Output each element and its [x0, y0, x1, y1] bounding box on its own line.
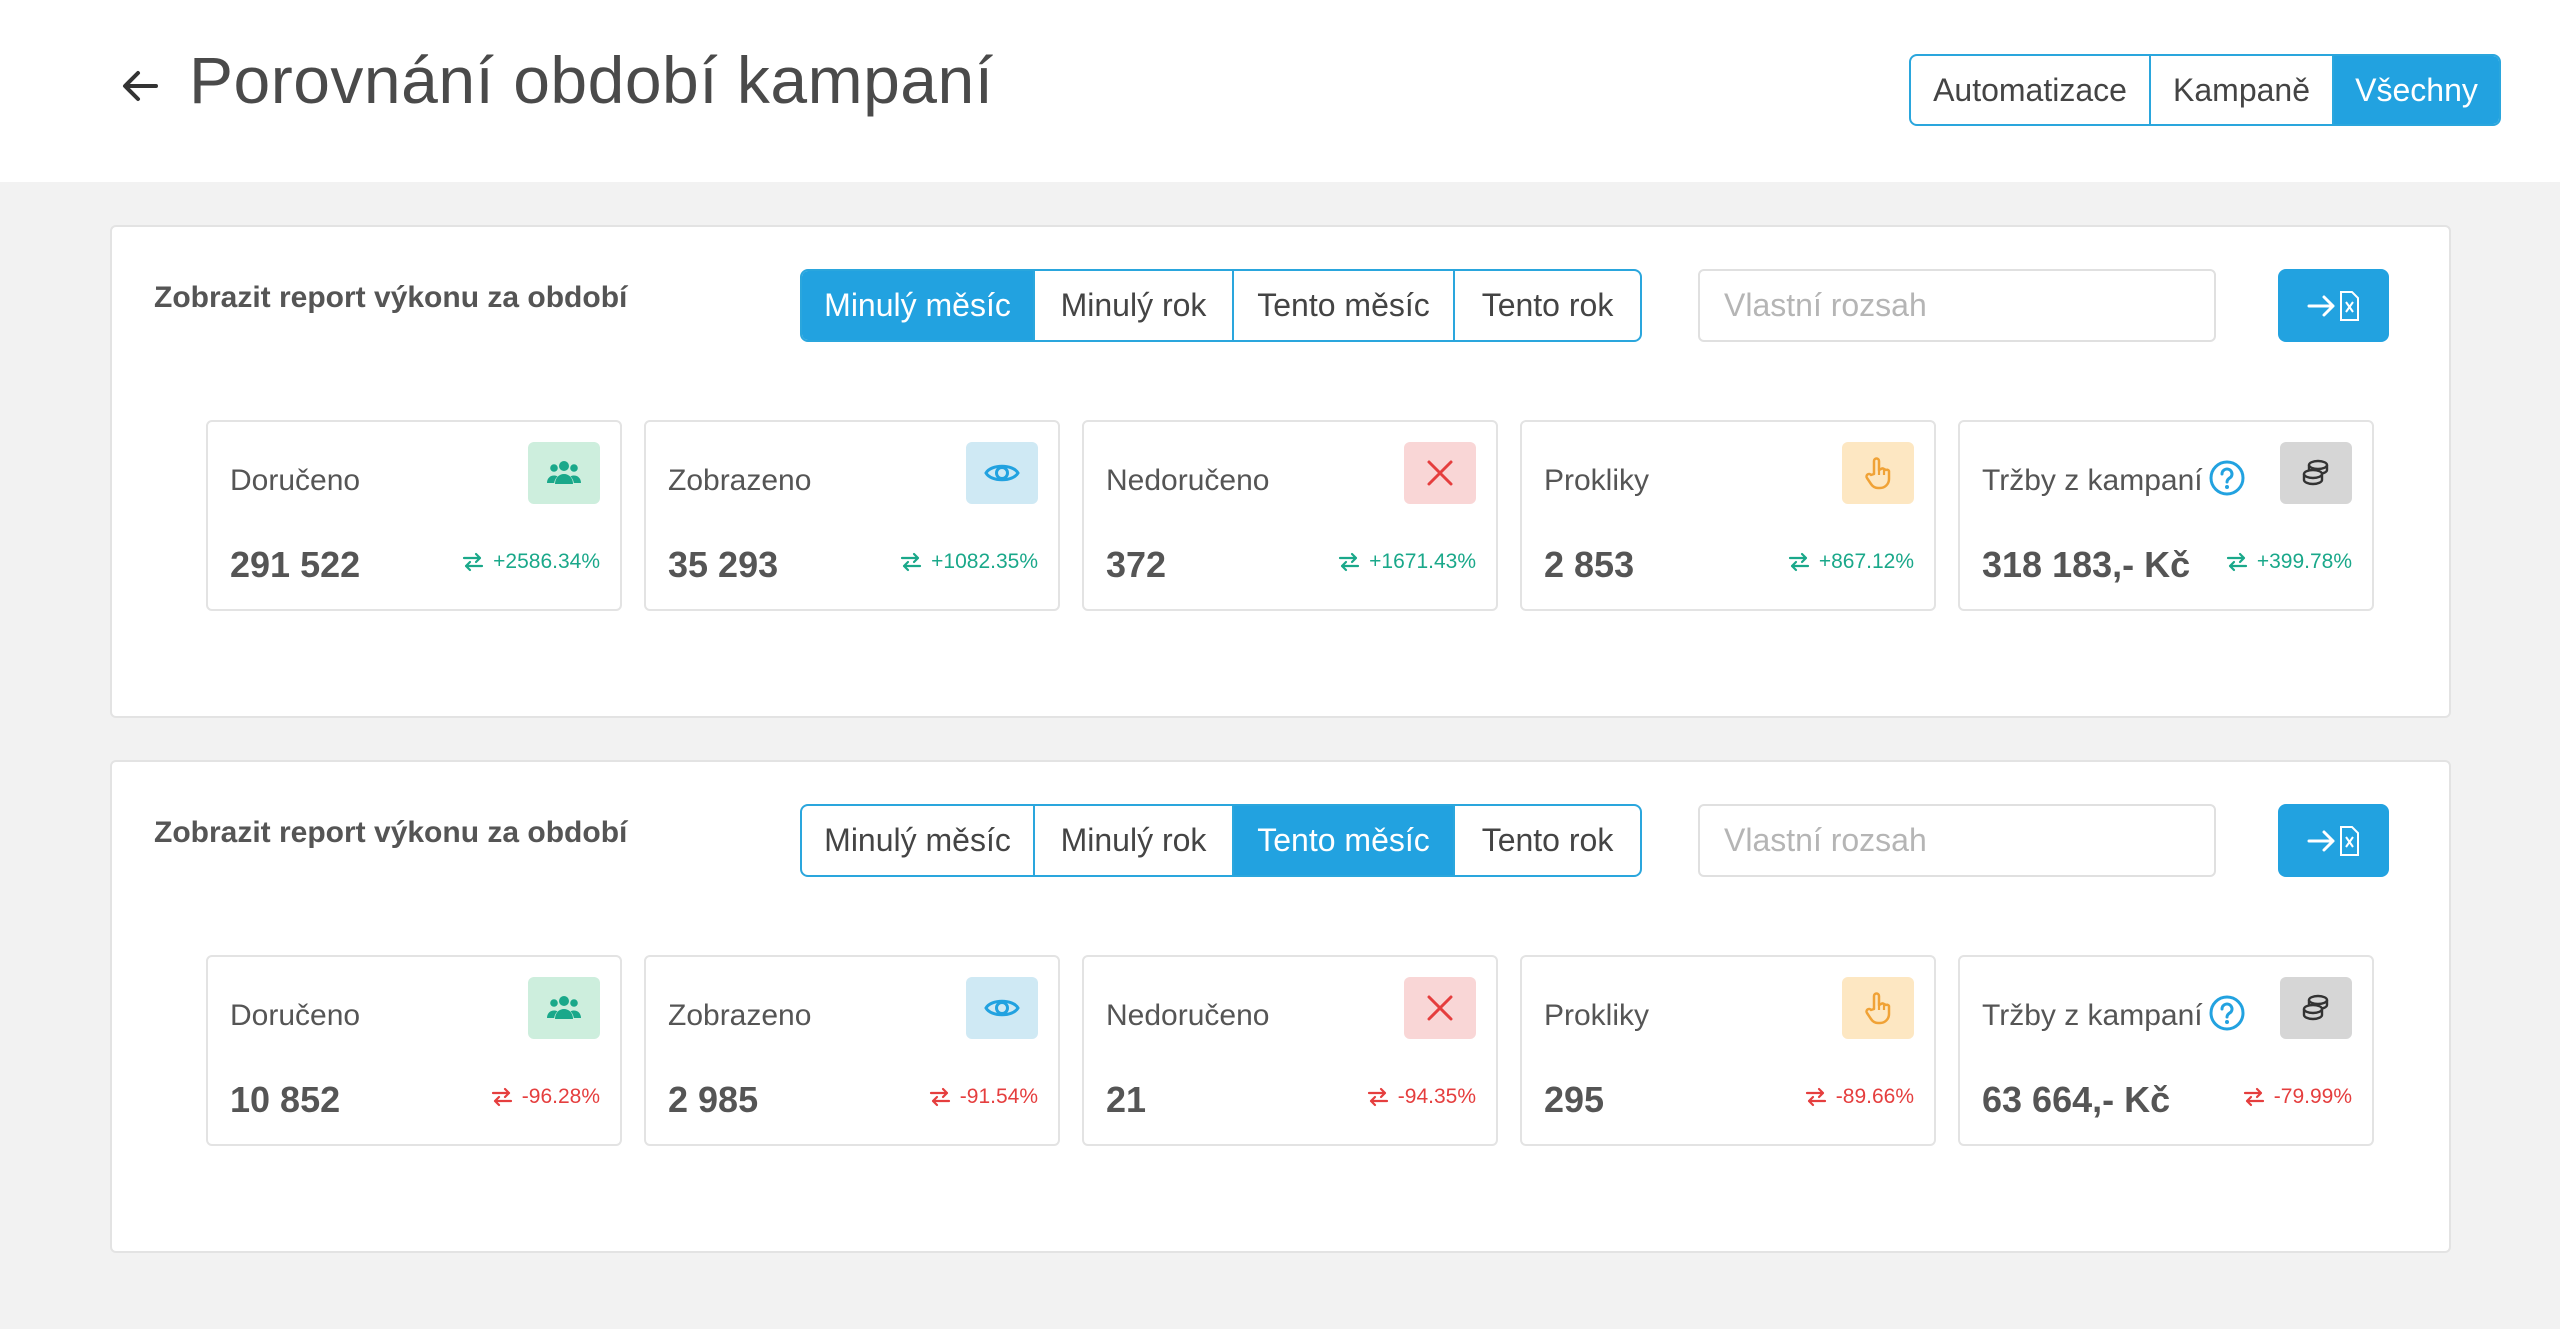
metric-value: 2 985 — [668, 1079, 759, 1120]
metric-change-value: +2586.34% — [493, 550, 600, 573]
swap-arrows-icon — [463, 552, 484, 572]
pointer-hand-icon — [1842, 442, 1914, 504]
metric-value: 318 183,- Kč — [1982, 544, 2191, 585]
metric-card: Nedoručeno 21 -94.35% — [1082, 955, 1498, 1146]
metric-card: Doručeno 291 522 +2586.34% — [206, 420, 622, 611]
metric-value: 2 853 — [1544, 544, 1635, 585]
metric-change-value: -91.54% — [959, 1085, 1038, 1108]
metric-value: 291 522 — [230, 544, 361, 585]
swap-arrows-icon — [2243, 1087, 2264, 1107]
metric-label: Zobrazeno — [668, 464, 812, 497]
help-icon[interactable] — [2208, 994, 2246, 1032]
export-excel-button[interactable] — [2278, 269, 2389, 342]
metric-card: Nedoručeno 372 +1671.43% — [1082, 420, 1498, 611]
metric-change-value: +867.12% — [1818, 550, 1914, 573]
close-icon — [1404, 442, 1476, 504]
export-excel-icon — [2307, 290, 2359, 321]
metric-change-value: +1671.43% — [1369, 550, 1476, 573]
period-last-month[interactable]: Minulý měsíc — [802, 806, 1035, 875]
period-last-year[interactable]: Minulý rok — [1035, 806, 1234, 875]
metric-value: 372 — [1106, 544, 1167, 585]
metric-change: +399.78% — [2225, 550, 2352, 574]
filter-all[interactable]: Všechny — [2334, 56, 2499, 124]
period-report-panel: Zobrazit report výkonu za období Minulý m… — [110, 760, 2451, 1253]
metric-change-value: +399.78% — [2256, 550, 2352, 573]
period-this-month[interactable]: Tento měsíc — [1234, 806, 1455, 875]
metric-label: Nedoručeno — [1106, 999, 1270, 1032]
period-this-year[interactable]: Tento rok — [1455, 271, 1640, 340]
eye-icon — [966, 977, 1038, 1039]
metric-change: -94.35% — [1366, 1085, 1476, 1109]
metric-change: +2586.34% — [461, 550, 600, 574]
period-report-panel: Zobrazit report výkonu za období Minulý m… — [110, 225, 2451, 718]
metric-label: Doručeno — [230, 999, 361, 1032]
arrow-left-icon[interactable] — [116, 62, 164, 110]
metric-value: 295 — [1544, 1079, 1605, 1120]
custom-range-input[interactable] — [1698, 804, 2216, 877]
metric-value: 35 293 — [668, 544, 779, 585]
coins-icon — [2280, 442, 2352, 504]
metric-label: Zobrazeno — [668, 999, 812, 1032]
swap-arrows-icon — [1339, 552, 1360, 572]
export-excel-button[interactable] — [2278, 804, 2389, 877]
swap-arrows-icon — [1367, 1087, 1388, 1107]
metric-change: +1671.43% — [1337, 550, 1476, 574]
metric-label: Tržby z kampaní — [1982, 999, 2203, 1032]
metric-label: Prokliky — [1544, 999, 1650, 1032]
swap-arrows-icon — [1788, 552, 1809, 572]
coins-icon — [2280, 977, 2352, 1039]
metric-label: Tržby z kampaní — [1982, 464, 2203, 497]
metric-change-value: -96.28% — [521, 1085, 600, 1108]
custom-range-input[interactable] — [1698, 269, 2216, 342]
period-this-year[interactable]: Tento rok — [1455, 806, 1640, 875]
metric-card: Zobrazeno 2 985 -91.54% — [644, 955, 1060, 1146]
metric-change: -79.99% — [2242, 1085, 2352, 1109]
swap-arrows-icon — [491, 1087, 512, 1107]
metric-value: 10 852 — [230, 1079, 341, 1120]
period-this-month[interactable]: Tento měsíc — [1234, 271, 1455, 340]
metric-value: 63 664,- Kč — [1982, 1079, 2171, 1120]
metric-change-value: -89.66% — [1835, 1085, 1914, 1108]
metric-change: -96.28% — [490, 1085, 600, 1109]
metric-value: 21 — [1106, 1079, 1147, 1120]
page-header: Porovnání období kampaní Automatizace Ka… — [0, 0, 2560, 182]
period-selector: Minulý měsíc Minulý rok Tento měsíc Tento r… — [800, 269, 1642, 342]
metric-label: Nedoručeno — [1106, 464, 1270, 497]
metric-card: Zobrazeno 35 293 +1082.35% — [644, 420, 1060, 611]
filter-campaigns[interactable]: Kampaně — [2151, 56, 2334, 124]
panel-label: Zobrazit report výkonu za období — [154, 816, 628, 849]
swap-arrows-icon — [2226, 552, 2247, 572]
metric-change: -89.66% — [1804, 1085, 1914, 1109]
help-icon[interactable] — [2208, 459, 2246, 497]
metric-change-value: -94.35% — [1397, 1085, 1476, 1108]
swap-arrows-icon — [901, 552, 922, 572]
eye-icon — [966, 442, 1038, 504]
page-title: Porovnání období kampaní — [189, 43, 994, 117]
metric-change-value: -79.99% — [2273, 1085, 2352, 1108]
close-icon — [1404, 977, 1476, 1039]
swap-arrows-icon — [1805, 1087, 1826, 1107]
metric-card: Tržby z kampaní 63 664,- Kč -79.99% — [1958, 955, 2374, 1146]
swap-arrows-icon — [929, 1087, 950, 1107]
panel-label: Zobrazit report výkonu za období — [154, 281, 628, 314]
metric-card: Tržby z kampaní 318 183,- Kč +399.78% — [1958, 420, 2374, 611]
period-last-month[interactable]: Minulý měsíc — [802, 271, 1035, 340]
campaign-type-filter: Automatizace Kampaně Všechny — [1909, 54, 2501, 126]
metric-label: Doručeno — [230, 464, 361, 497]
metric-change-value: +1082.35% — [931, 550, 1038, 573]
metric-card: Prokliky 2 853 +867.12% — [1520, 420, 1936, 611]
metric-card: Prokliky 295 -89.66% — [1520, 955, 1936, 1146]
period-last-year[interactable]: Minulý rok — [1035, 271, 1234, 340]
pointer-hand-icon — [1842, 977, 1914, 1039]
metric-change: +1082.35% — [899, 550, 1038, 574]
export-excel-icon — [2307, 825, 2359, 856]
filter-automations[interactable]: Automatizace — [1911, 56, 2151, 124]
metric-card: Doručeno 10 852 -96.28% — [206, 955, 622, 1146]
period-selector: Minulý měsíc Minulý rok Tento měsíc Tento r… — [800, 804, 1642, 877]
metric-change: -91.54% — [928, 1085, 1038, 1109]
metric-label: Prokliky — [1544, 464, 1650, 497]
users-icon — [528, 977, 600, 1039]
users-icon — [528, 442, 600, 504]
metric-change: +867.12% — [1787, 550, 1914, 574]
